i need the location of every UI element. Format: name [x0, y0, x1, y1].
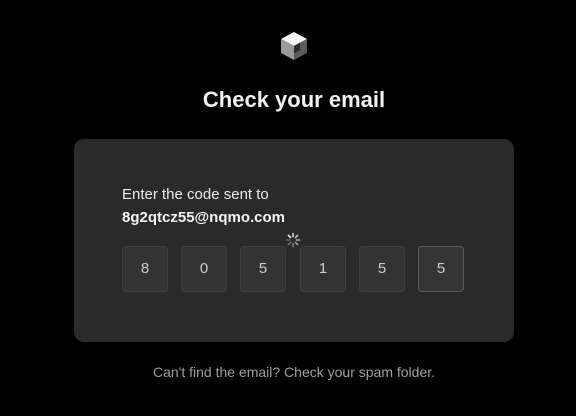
loading-spinner-icon [285, 232, 301, 248]
code-prompt-text: Enter the code sent to [122, 186, 269, 203]
cube-logo-icon [281, 32, 307, 60]
spam-folder-hint: Can't find the email? Check your spam fo… [152, 364, 436, 380]
email-address: 8g2qtcz55@nqmo.com [122, 209, 285, 226]
code-digit-6[interactable]: 5 [418, 246, 464, 292]
code-digit-1[interactable]: 8 [122, 246, 168, 292]
code-digit-4[interactable]: 1 [300, 246, 346, 292]
code-digit-2[interactable]: 0 [181, 246, 227, 292]
code-digit-3[interactable]: 5 [240, 246, 286, 292]
verification-card: Enter the code sent to 8g2qtcz55@nqmo.co… [74, 139, 514, 342]
code-digit-5[interactable]: 5 [359, 246, 405, 292]
page-title: Check your email [202, 87, 386, 112]
verify-email-page: Check your email Enter the code sent to … [0, 0, 576, 416]
